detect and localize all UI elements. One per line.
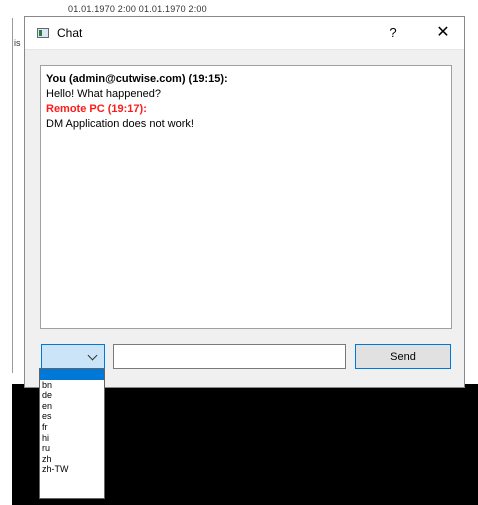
- language-option[interactable]: bn: [40, 380, 104, 391]
- message-block: You (admin@cutwise.com) (19:15): Hello! …: [46, 72, 446, 102]
- title-bar[interactable]: Chat ? ✕: [25, 17, 464, 50]
- language-option[interactable]: es: [40, 411, 104, 422]
- background-window-border: [12, 18, 13, 373]
- background-side-text: is: [14, 38, 21, 48]
- language-option[interactable]: ru: [40, 443, 104, 454]
- chat-dialog: Chat ? ✕ You (admin@cutwise.com) (19:15)…: [24, 16, 465, 388]
- app-window-icon: [37, 28, 49, 38]
- message-input[interactable]: [113, 344, 346, 369]
- send-button[interactable]: Send: [355, 344, 451, 369]
- language-option[interactable]: fr: [40, 422, 104, 433]
- language-select[interactable]: [41, 344, 105, 369]
- language-dropdown-list[interactable]: bn de en es fr hi ru zh zh-TW: [39, 368, 105, 499]
- chevron-down-icon[interactable]: [87, 350, 98, 361]
- language-option[interactable]: zh: [40, 454, 104, 465]
- message-text: Hello! What happened?: [46, 88, 161, 100]
- language-option[interactable]: zh-TW: [40, 464, 104, 475]
- language-option[interactable]: hi: [40, 433, 104, 444]
- chat-history[interactable]: You (admin@cutwise.com) (19:15): Hello! …: [40, 65, 452, 329]
- background-datetime-text: 01.01.1970 2:00 01.01.1970 2:00: [68, 4, 207, 14]
- language-option[interactable]: de: [40, 390, 104, 401]
- close-button[interactable]: ✕: [431, 22, 455, 44]
- window-title: Chat: [57, 26, 83, 40]
- help-button[interactable]: ?: [381, 23, 405, 43]
- message-block: Remote PC (19:17): DM Application does n…: [46, 102, 446, 132]
- language-option[interactable]: en: [40, 401, 104, 412]
- message-sender: You (admin@cutwise.com) (19:15):: [46, 73, 228, 85]
- language-option[interactable]: [40, 369, 104, 380]
- message-sender: Remote PC (19:17):: [46, 103, 147, 115]
- message-text: DM Application does not work!: [46, 118, 194, 130]
